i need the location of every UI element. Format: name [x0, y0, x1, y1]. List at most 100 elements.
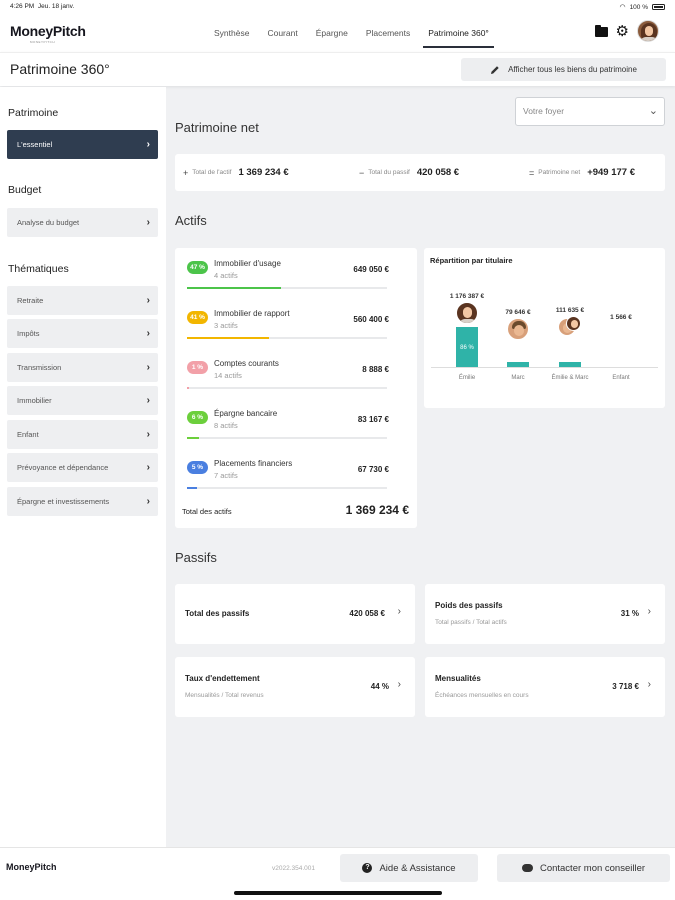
assets-total-value: 1 369 234 € — [345, 503, 409, 517]
holder-emilie-bar: 86 % — [456, 327, 478, 367]
total-assets-value: 1 369 234 € — [238, 167, 289, 178]
sidebar-item-prevoyance[interactable]: Prévoyance et dépendance › — [7, 453, 158, 482]
asset-progress-track — [187, 337, 387, 339]
sidebar-item-essentiel[interactable]: L'essentiel › — [7, 130, 158, 159]
asset-share-badge: 41 % — [187, 311, 208, 324]
liability-card-endettement[interactable]: Taux d'endettement Mensualités / Total r… — [175, 657, 415, 717]
chevron-right-icon: › — [146, 462, 150, 473]
battery-level: 100 % — [629, 3, 648, 11]
asset-name: Placements financiers — [214, 459, 293, 468]
asset-count: 8 actifs — [214, 421, 238, 430]
sidebar-item-impots[interactable]: Impôts › — [7, 319, 158, 348]
chevron-right-icon: › — [397, 679, 401, 690]
sidebar-item-enfant[interactable]: Enfant › — [7, 420, 158, 449]
asset-share-badge: 1 % — [187, 361, 208, 374]
holder-enfant-amount: 1 566 € — [610, 314, 632, 321]
sidebar-item-label: L'essentiel — [17, 140, 53, 149]
tab-courant[interactable]: Courant — [258, 14, 306, 52]
sidebar-item-label: Transmission — [17, 363, 62, 372]
sidebar-section-thematiques: Thématiques — [8, 263, 69, 275]
wifi-icon: ◠ — [619, 4, 626, 11]
sidebar-item-transmission[interactable]: Transmission › — [7, 353, 158, 382]
sidebar-item-analyse-budget[interactable]: Analyse du budget › — [7, 208, 158, 237]
asset-row-placements-financiers[interactable]: 5 % Placements financiers 7 actifs 67 73… — [187, 450, 401, 498]
assets-title: Actifs — [175, 213, 207, 228]
sidebar-item-label: Impôts — [17, 329, 40, 338]
tab-patrimoine-360[interactable]: Patrimoine 360° — [419, 14, 498, 52]
asset-row-immobilier-rapport[interactable]: 41 % Immobilier de rapport 3 actifs 560 … — [187, 300, 401, 348]
brand-logo[interactable]: MoneyPitch — [10, 23, 86, 39]
sidebar-item-immobilier[interactable]: Immobilier › — [7, 386, 158, 415]
tab-synthese[interactable]: Synthèse — [205, 14, 258, 52]
asset-value: 560 400 € — [353, 315, 389, 324]
show-all-assets-button[interactable]: Afficher tous les biens du patrimoine — [461, 58, 666, 81]
chevron-right-icon: › — [146, 362, 150, 373]
sidebar-item-epargne-investissements[interactable]: Épargne et investissements › — [7, 487, 158, 516]
user-avatar[interactable] — [637, 20, 659, 42]
chevron-right-icon: › — [146, 429, 150, 440]
folder-icon[interactable] — [594, 25, 608, 37]
asset-value: 67 730 € — [357, 465, 389, 474]
liability-card-mensualites[interactable]: Mensualités Échéances mensuelles en cour… — [425, 657, 665, 717]
liabilities-title: Passifs — [175, 550, 217, 565]
asset-row-epargne-bancaire[interactable]: 6 % Épargne bancaire 8 actifs 83 167 € — [187, 400, 401, 448]
asset-progress-fill — [187, 337, 269, 339]
liability-sub: Mensualités / Total revenus — [185, 692, 264, 699]
holders-card: Répartition par titulaire 1 176 387 € 86… — [424, 248, 665, 408]
asset-count: 14 actifs — [214, 371, 242, 380]
chevron-right-icon: › — [146, 139, 150, 150]
chevron-right-icon: › — [647, 679, 651, 690]
asset-progress-track — [187, 287, 387, 289]
home-indicator — [234, 891, 442, 895]
contact-advisor-button[interactable]: Contacter mon conseiller — [497, 854, 670, 882]
holder-joint-amount: 111 635 € — [555, 307, 585, 314]
help-button-label: Aide & Assistance — [379, 862, 456, 874]
holder-enfant-name: Enfant — [612, 375, 630, 381]
holder-joint-name: Émilie & Marc — [551, 375, 589, 381]
asset-name: Immobilier d'usage — [214, 259, 281, 268]
asset-row-immobilier-usage[interactable]: 47 % Immobilier d'usage 4 actifs 649 050… — [187, 250, 401, 298]
asset-row-comptes-courants[interactable]: 1 % Comptes courants 14 actifs 8 888 € — [187, 350, 401, 398]
holder-marc-avatar — [507, 318, 529, 340]
pencil-icon — [491, 65, 499, 74]
sidebar-item-label: Analyse du budget — [17, 218, 80, 227]
asset-share-badge: 6 % — [187, 411, 208, 424]
chat-icon — [521, 864, 533, 872]
sidebar-item-label: Prévoyance et dépendance — [17, 463, 109, 472]
footer-logo: MoneyPitch — [6, 862, 57, 872]
help-icon: ? — [362, 863, 373, 873]
asset-share-badge: 47 % — [187, 261, 208, 274]
chevron-right-icon: › — [647, 606, 651, 617]
asset-name: Comptes courants — [214, 359, 279, 368]
net-worth-card: + Total de l'actif 1 369 234 € − Total d… — [175, 154, 665, 191]
status-time: 4:26 PM Jeu. 18 janv. — [10, 3, 75, 10]
net-worth-title: Patrimoine net — [175, 120, 259, 135]
equals-icon: = — [529, 167, 535, 178]
liability-card-poids[interactable]: Poids des passifs Total passifs / Total … — [425, 584, 665, 644]
gear-icon[interactable]: ⚙ — [616, 24, 629, 39]
asset-progress-track — [187, 487, 387, 489]
chevron-right-icon: › — [146, 496, 150, 507]
asset-value: 83 167 € — [357, 415, 389, 424]
sidebar-item-retraite[interactable]: Retraite › — [7, 286, 158, 315]
liability-value: 44 % — [370, 682, 389, 691]
help-button[interactable]: ? Aide & Assistance — [340, 854, 478, 882]
chevron-right-icon: › — [146, 295, 150, 306]
asset-share-badge: 5 % — [187, 461, 208, 474]
asset-progress-fill — [187, 437, 199, 439]
sidebar-item-label: Enfant — [17, 430, 39, 439]
assets-card: 47 % Immobilier d'usage 4 actifs 649 050… — [175, 248, 417, 528]
liability-card-total[interactable]: Total des passifs 420 058 € › — [175, 584, 415, 644]
liability-value: 31 % — [620, 609, 639, 618]
foyer-select[interactable]: Votre foyer ⌄ — [515, 97, 665, 126]
asset-progress-fill — [187, 387, 189, 389]
asset-count: 3 actifs — [214, 321, 238, 330]
tab-placements[interactable]: Placements — [357, 14, 419, 52]
holder-joint-bar — [559, 362, 581, 367]
holders-title: Répartition par titulaire — [430, 256, 513, 265]
chevron-right-icon: › — [146, 217, 150, 228]
asset-progress-track — [187, 437, 387, 439]
tab-epargne[interactable]: Épargne — [307, 14, 357, 52]
asset-progress-fill — [187, 287, 281, 289]
asset-value: 649 050 € — [353, 265, 389, 274]
